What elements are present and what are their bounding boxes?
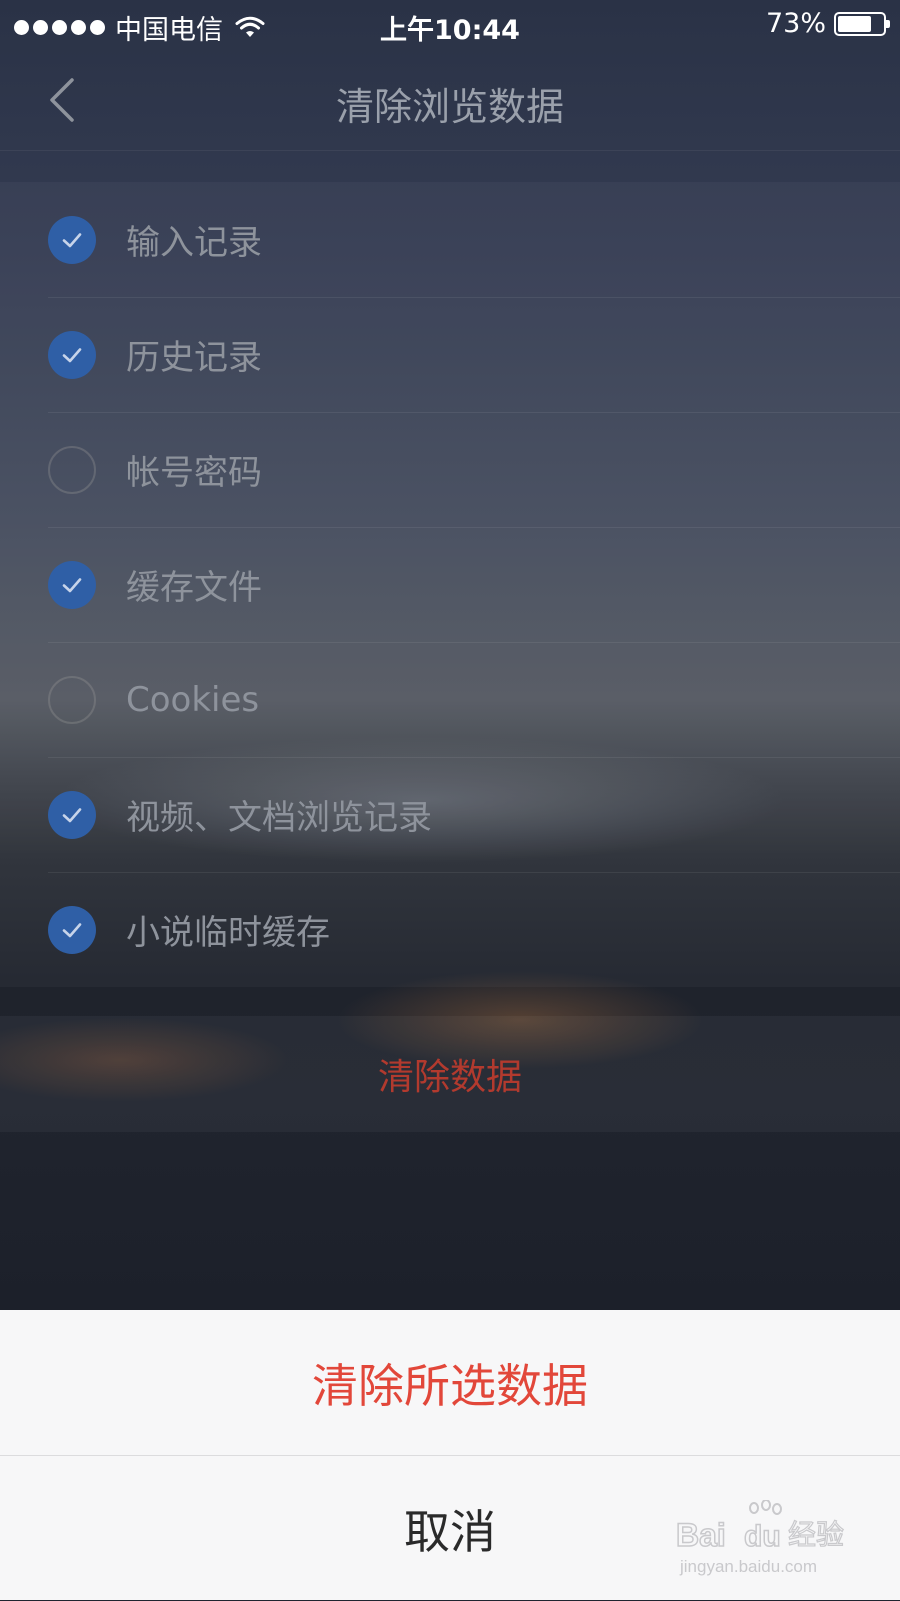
clear-selected-data-button[interactable]: 清除所选数据: [0, 1310, 900, 1455]
option-label: 视频、文档浏览记录: [126, 798, 432, 838]
clear-data-button[interactable]: 清除数据: [0, 1016, 900, 1132]
baidu-jingyan-watermark: Bai du 经验 jingyan.baidu.com: [676, 1500, 845, 1576]
checkbox-checked-icon[interactable]: [48, 790, 96, 839]
data-options-list: 输入记录 历史记录 帐号密码 缓存文件 Cookies 视频、文档浏览记录 小说…: [0, 182, 900, 987]
watermark-brand-latin: Bai: [676, 1517, 726, 1553]
option-input-records[interactable]: 输入记录: [0, 182, 900, 297]
option-label: 历史记录: [126, 338, 262, 378]
option-label: 输入记录: [126, 223, 262, 263]
option-history[interactable]: 历史记录: [0, 297, 900, 412]
option-cache-files[interactable]: 缓存文件: [0, 527, 900, 642]
status-bar: 中国电信 上午10:44 73%: [0, 0, 900, 50]
option-novel-temp-cache[interactable]: 小说临时缓存: [0, 872, 900, 987]
option-label: 小说临时缓存: [126, 913, 330, 953]
checkbox-checked-icon[interactable]: [48, 215, 96, 264]
checkbox-checked-icon[interactable]: [48, 330, 96, 379]
option-label: Cookies: [126, 679, 260, 720]
option-label: 帐号密码: [126, 453, 262, 493]
watermark-url: jingyan.baidu.com: [679, 1557, 817, 1576]
watermark-brand-du: du: [744, 1520, 781, 1553]
checkbox-unchecked-icon[interactable]: [48, 445, 96, 494]
checkbox-checked-icon[interactable]: [48, 905, 96, 954]
option-account-passwords[interactable]: 帐号密码: [0, 412, 900, 527]
navigation-bar: 清除浏览数据: [0, 50, 900, 151]
page-title: 清除浏览数据: [335, 85, 564, 129]
checkbox-checked-icon[interactable]: [48, 560, 96, 609]
option-video-document-history[interactable]: 视频、文档浏览记录: [0, 757, 900, 872]
checkbox-unchecked-icon[interactable]: [48, 675, 96, 724]
clear-data-label: 清除数据: [377, 1057, 522, 1098]
status-right: 73%: [765, 8, 890, 39]
battery-icon: [834, 11, 890, 36]
battery-percent: 73%: [765, 8, 826, 39]
option-label: 缓存文件: [126, 568, 262, 608]
watermark-brand-cn: 经验: [788, 1518, 844, 1551]
option-cookies[interactable]: Cookies: [0, 642, 900, 757]
